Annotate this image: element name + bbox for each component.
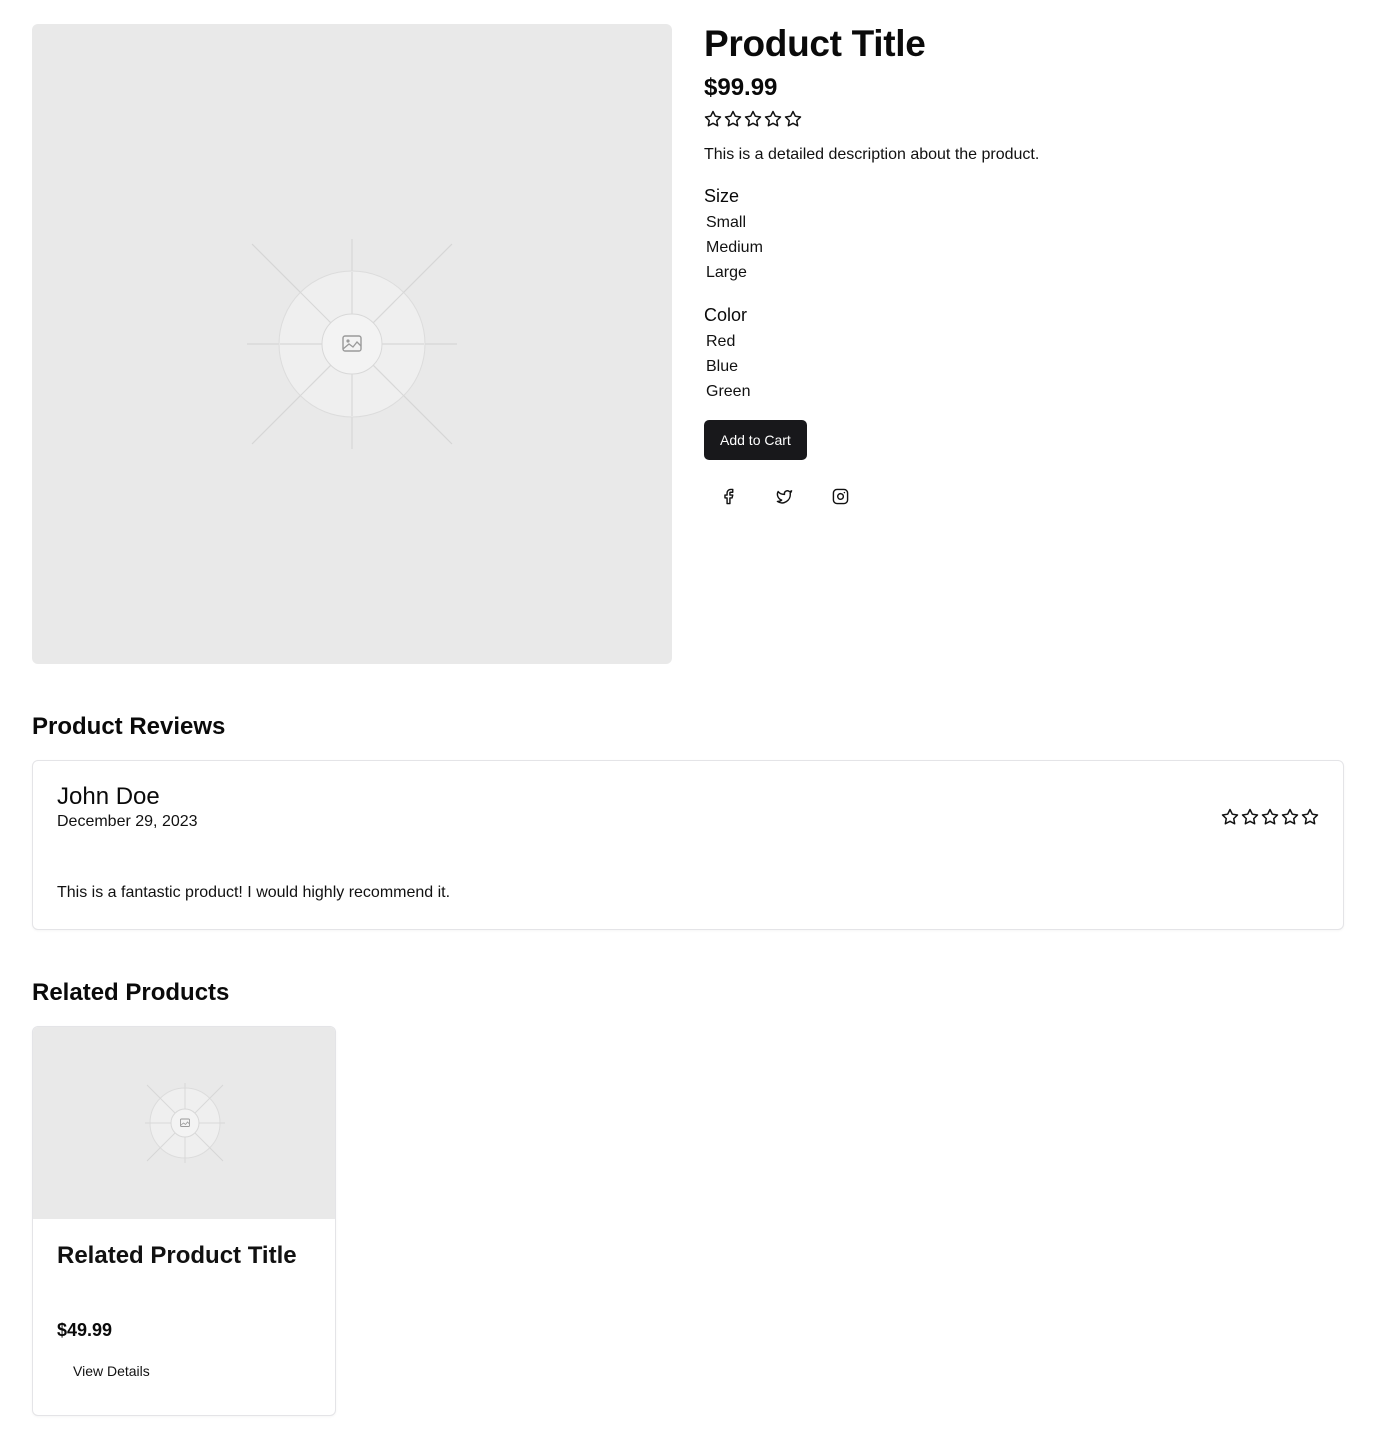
product-info: Product Title $99.99 This is a detailed … (704, 24, 1344, 516)
related-product-price: $49.99 (57, 1320, 113, 1340)
related-heading: Related Products (32, 979, 230, 1006)
star-icon (1221, 808, 1239, 826)
review-rating (1221, 808, 1319, 826)
product-image (32, 24, 672, 664)
color-option-blue[interactable]: Blue (704, 354, 1344, 379)
image-placeholder-icon (145, 1083, 225, 1163)
star-icon (1261, 808, 1279, 826)
product-description: This is a detailed description about the… (704, 146, 1040, 163)
related-product-card: Related Product Title $49.99 View Detail… (32, 1026, 336, 1416)
star-icon (1301, 808, 1319, 826)
color-options: Red Blue Green (704, 329, 1344, 404)
color-label: Color (704, 305, 748, 325)
star-icon (724, 110, 742, 128)
color-option-red[interactable]: Red (704, 329, 1344, 354)
size-label: Size (704, 186, 740, 206)
facebook-share-button[interactable] (704, 476, 752, 516)
related-product-title[interactable]: Related Product Title (57, 1241, 297, 1271)
product-rating (704, 110, 1344, 128)
add-to-cart-button[interactable]: Add to Cart (704, 420, 807, 460)
review-text: This is a fantastic product! I would hig… (57, 884, 451, 901)
star-icon (744, 110, 762, 128)
star-icon (764, 110, 782, 128)
size-option-large[interactable]: Large (704, 260, 1344, 285)
view-details-button[interactable]: View Details (57, 1353, 166, 1389)
star-icon (784, 110, 802, 128)
facebook-icon (723, 488, 733, 504)
reviewer-name: John Doe (57, 783, 160, 810)
size-option-small[interactable]: Small (704, 210, 1344, 235)
review-card: John Doe December 29, 2023 This is a fan… (32, 760, 1344, 930)
product-title: Product Title (704, 23, 926, 64)
star-icon (704, 110, 722, 128)
star-icon (1241, 808, 1259, 826)
product-price: $99.99 (704, 74, 778, 101)
color-option-green[interactable]: Green (704, 379, 1344, 404)
reviews-heading: Product Reviews (32, 713, 226, 740)
social-share (704, 476, 1344, 516)
related-product-image (33, 1027, 335, 1219)
image-placeholder-icon (247, 239, 457, 449)
twitter-share-button[interactable] (760, 476, 808, 516)
instagram-share-button[interactable] (816, 476, 864, 516)
size-option-medium[interactable]: Medium (704, 235, 1344, 260)
star-icon (1281, 808, 1299, 826)
instagram-icon (832, 488, 848, 504)
review-date: December 29, 2023 (57, 813, 198, 830)
size-options: Small Medium Large (704, 210, 1344, 285)
twitter-icon (776, 489, 792, 504)
